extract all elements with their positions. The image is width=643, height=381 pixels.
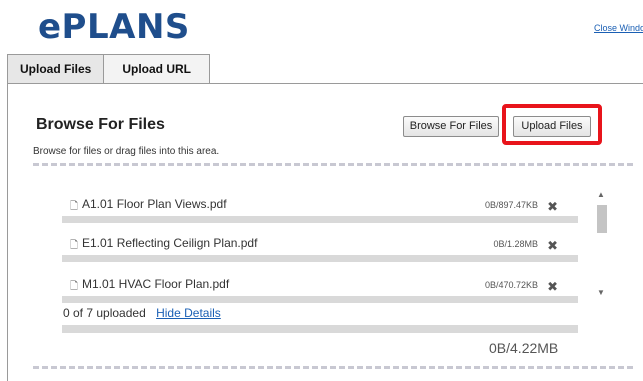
file-row: 🗋 A1.01 Floor Plan Views.pdf 0B/897.47KB… bbox=[62, 197, 578, 225]
uploaded-count: 0 of 7 uploaded bbox=[63, 306, 146, 320]
remove-file-icon[interactable]: ✖ bbox=[547, 199, 558, 215]
browse-for-files-button[interactable]: Browse For Files bbox=[403, 116, 499, 137]
file-size: 0B/897.47KB bbox=[484, 200, 538, 210]
total-progress-bar bbox=[62, 325, 578, 333]
tab-upload-files[interactable]: Upload Files bbox=[7, 54, 105, 84]
file-name: E1.01 Reflecting Ceilign Plan.pdf bbox=[82, 236, 258, 250]
hide-details-link[interactable]: Hide Details bbox=[156, 306, 221, 320]
upload-status: 0 of 7 uploaded Hide Details bbox=[63, 306, 221, 320]
total-size: 0B/4.22MB bbox=[489, 340, 559, 356]
close-window-link[interactable]: Close Windo bbox=[594, 23, 643, 33]
upload-tabs: Upload Files Upload URL bbox=[7, 54, 211, 84]
file-progress-bar bbox=[62, 296, 578, 303]
scroll-up-icon[interactable]: ▲ bbox=[597, 190, 605, 199]
file-progress-bar bbox=[62, 255, 578, 262]
remove-file-icon[interactable]: ✖ bbox=[547, 238, 558, 254]
file-progress-bar bbox=[62, 216, 578, 223]
file-size: 0B/470.72KB bbox=[484, 280, 538, 290]
drop-zone-bottom-border bbox=[33, 366, 633, 369]
document-icon: 🗋 bbox=[70, 281, 79, 292]
file-size: 0B/1.28MB bbox=[493, 239, 538, 249]
file-row: 🗋 E1.01 Reflecting Ceilign Plan.pdf 0B/1… bbox=[62, 236, 578, 264]
document-icon: 🗋 bbox=[70, 201, 79, 212]
scroll-thumb[interactable] bbox=[597, 205, 607, 233]
document-icon: 🗋 bbox=[70, 240, 79, 251]
file-name: M1.01 HVAC Floor Plan.pdf bbox=[82, 277, 230, 291]
browse-title: Browse For Files bbox=[36, 116, 165, 133]
eplans-logo: ePLANS bbox=[38, 7, 190, 47]
drop-zone-top-border bbox=[33, 163, 633, 166]
file-name: A1.01 Floor Plan Views.pdf bbox=[82, 197, 227, 211]
file-list-scrollbar[interactable]: ▲ ▼ bbox=[595, 190, 609, 300]
scroll-down-icon[interactable]: ▼ bbox=[597, 288, 605, 297]
remove-file-icon[interactable]: ✖ bbox=[547, 279, 558, 295]
file-row: 🗋 M1.01 HVAC Floor Plan.pdf 0B/470.72KB … bbox=[62, 277, 578, 305]
upload-files-button[interactable]: Upload Files bbox=[513, 116, 591, 137]
browse-help-text: Browse for files or drag files into this… bbox=[33, 146, 220, 157]
tab-upload-url[interactable]: Upload URL bbox=[103, 54, 211, 84]
